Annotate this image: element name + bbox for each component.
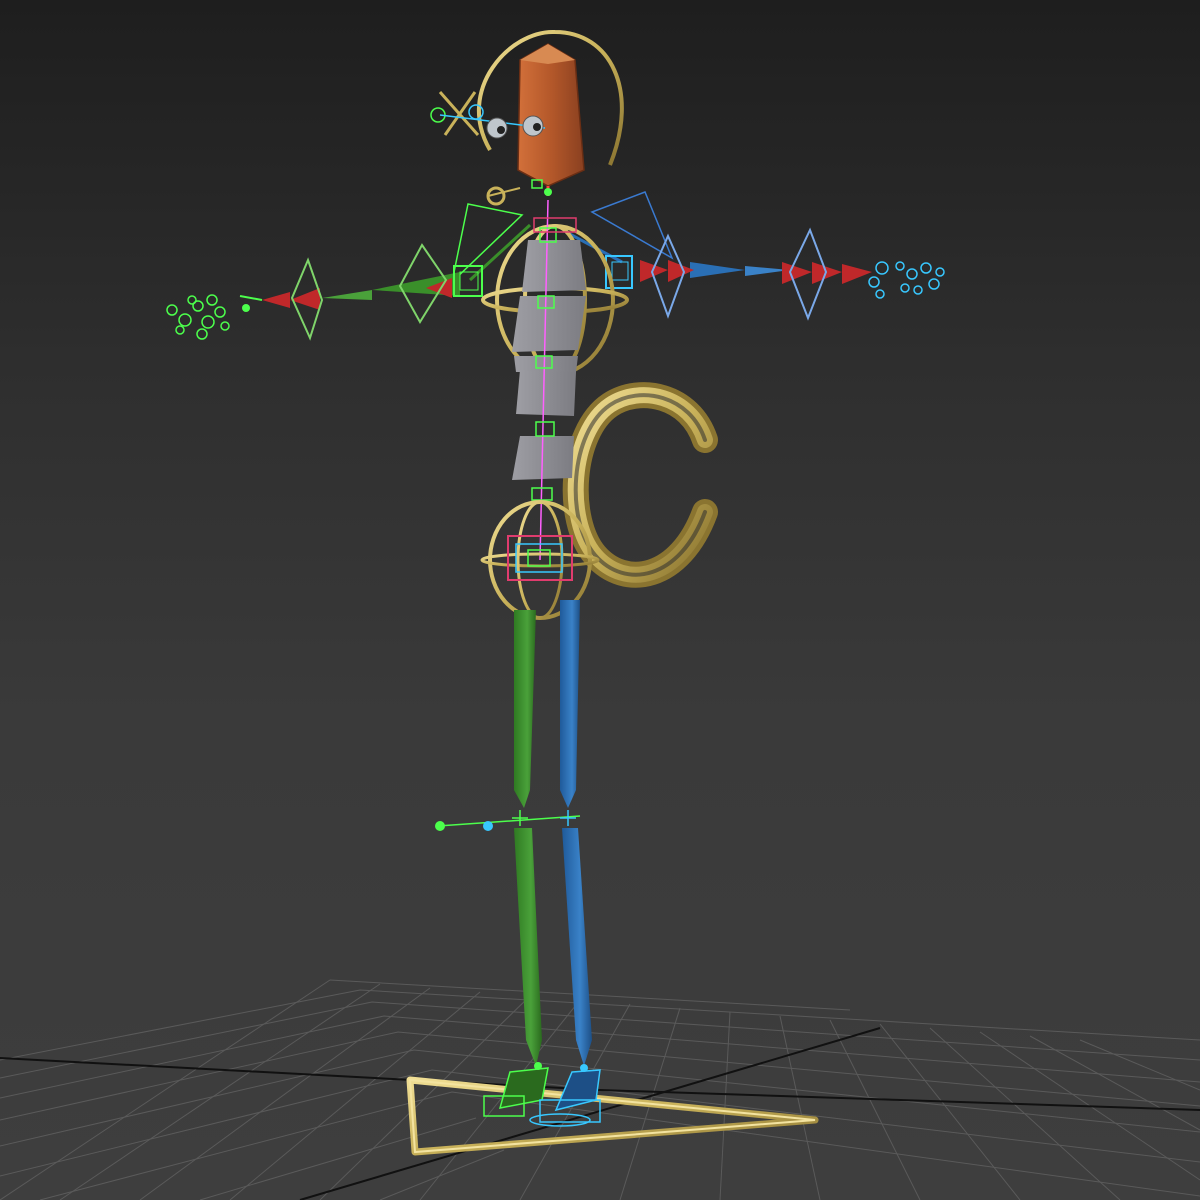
cog-c-shape-icon[interactable] [562,382,718,588]
leg-left-thigh[interactable] [514,610,536,808]
perspective-viewport[interactable] [0,0,1200,1200]
finger-controls-icon[interactable] [868,261,945,299]
neck-control[interactable] [486,179,552,206]
finger-controls-icon[interactable] [166,294,230,340]
clavicle-right[interactable] [565,191,674,264]
scene-canvas[interactable] [0,0,1200,1200]
knee-pole-icon[interactable] [435,810,581,831]
leg-left-shin[interactable] [514,828,542,1066]
arm-left[interactable] [239,243,483,341]
leg-right-thigh[interactable] [560,600,580,808]
